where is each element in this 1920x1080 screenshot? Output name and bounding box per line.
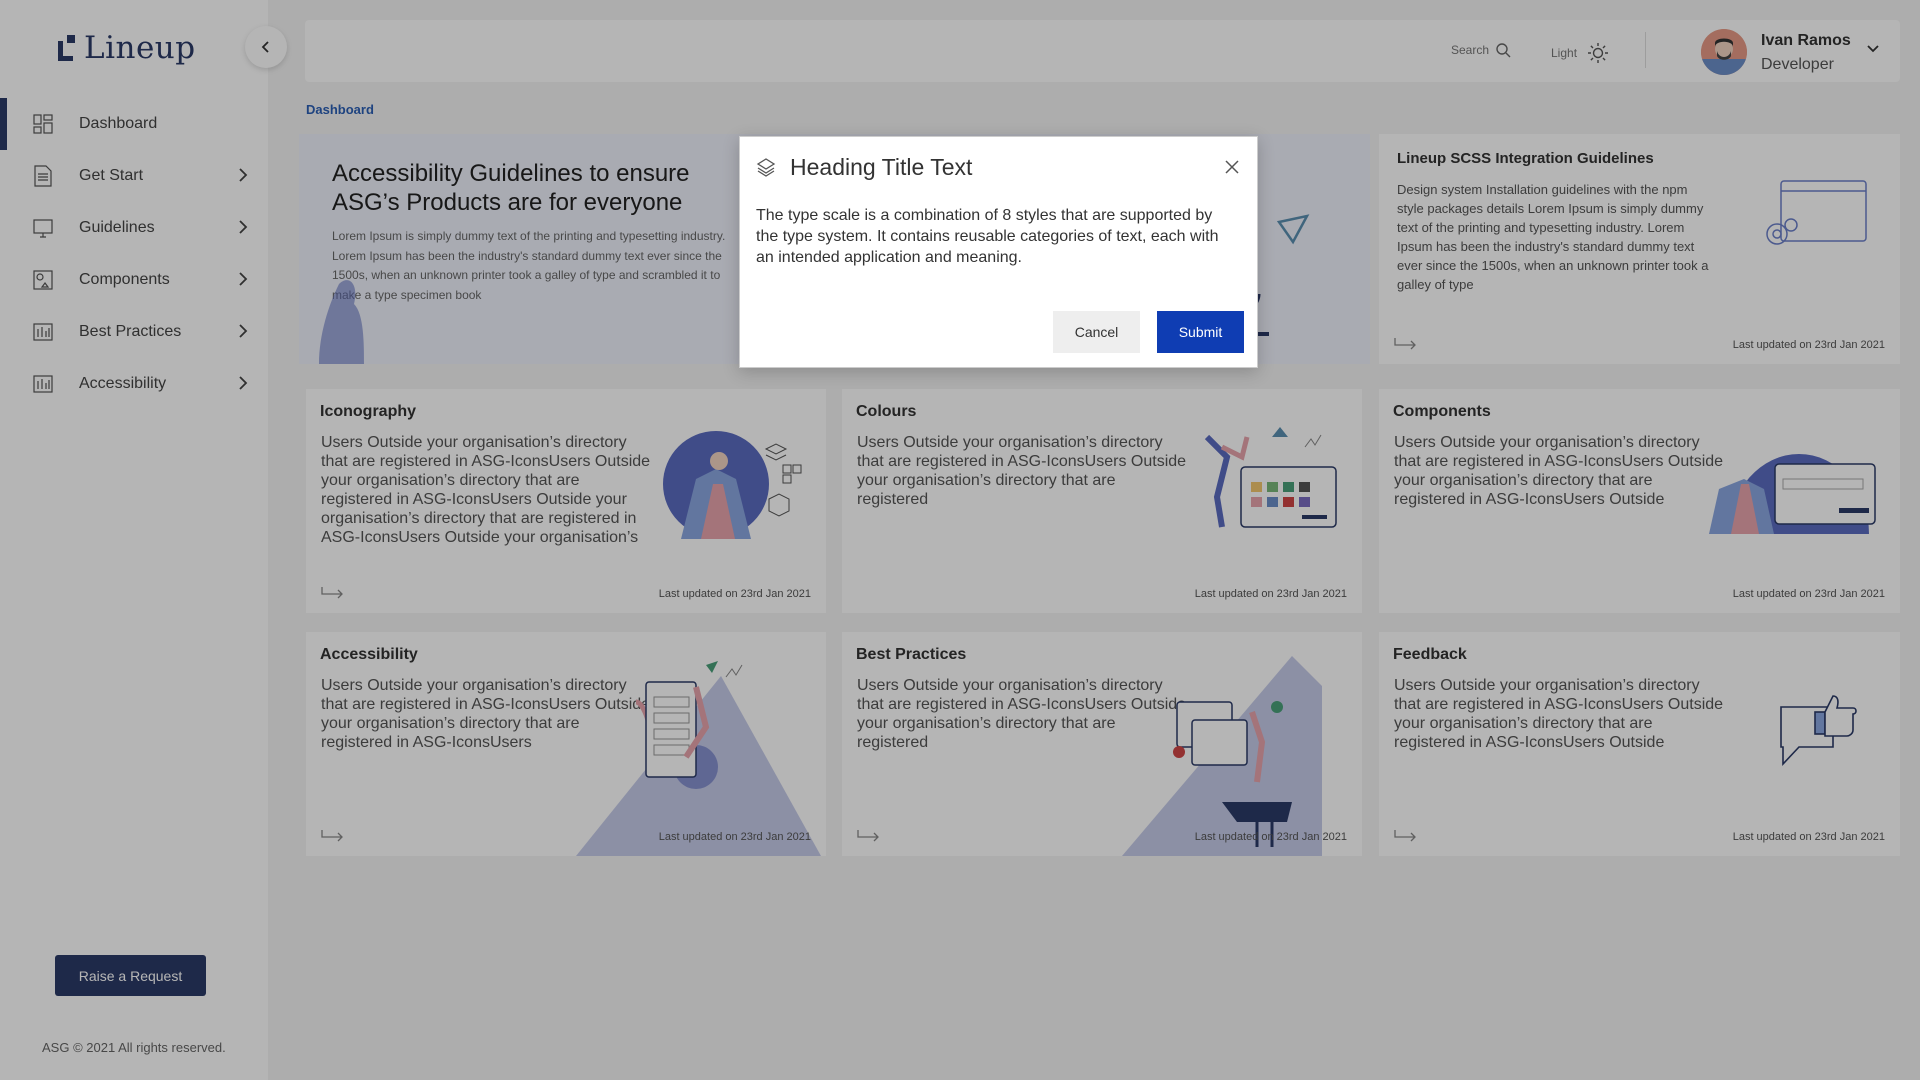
layers-icon (756, 158, 776, 177)
submit-button[interactable]: Submit (1157, 311, 1244, 353)
dialog: Heading Title Text The type scale is a c… (739, 136, 1258, 368)
dialog-title: Heading Title Text (790, 154, 973, 180)
cancel-button[interactable]: Cancel (1053, 311, 1140, 353)
dialog-body: The type scale is a combination of 8 sty… (756, 207, 1219, 266)
close-icon[interactable] (1224, 159, 1240, 175)
